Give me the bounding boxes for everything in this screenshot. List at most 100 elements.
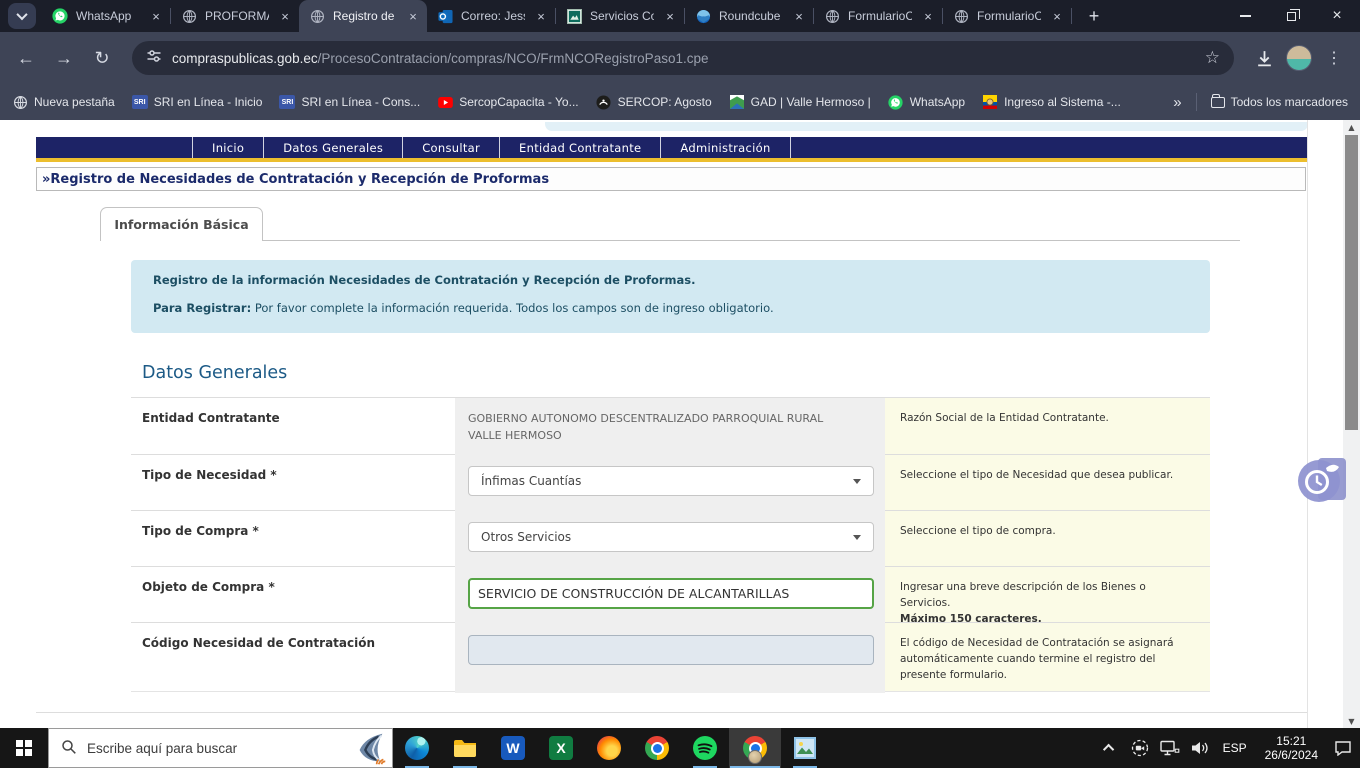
bookmark-label: Ingreso al Sistema -... [1004,95,1121,109]
gad-icon [729,94,745,110]
taskbar-word[interactable]: W [489,728,537,768]
bookmark-sercop-agosto[interactable]: SERCOP: Agosto [596,94,712,110]
close-icon[interactable]: × [533,8,549,24]
scrollbar-thumb[interactable] [1345,135,1358,430]
menu-item-inicio[interactable]: Inicio [193,137,264,158]
file-explorer-icon [453,738,477,758]
close-icon[interactable]: × [920,8,936,24]
info-line-2-text: Por favor complete la información requer… [251,301,773,315]
tab-panel-border [100,240,1240,241]
close-button[interactable]: × [1314,0,1360,32]
taskbar-spotify[interactable] [681,728,729,768]
tab-proforma[interactable]: PROFORMA × [171,0,299,32]
menu-item-entidad-contratante[interactable]: Entidad Contratante [500,137,661,158]
close-icon[interactable]: × [1049,8,1065,24]
tab-formulario-2[interactable]: FormularioC × [943,0,1071,32]
new-tab-button[interactable]: + [1080,2,1108,30]
bookmark-label: SercopCapacita - Yo... [459,95,578,109]
close-icon[interactable]: × [662,8,678,24]
form-row-objeto-compra: Objeto de Compra * Ingresar una breve de… [131,566,1210,622]
tipo-necesidad-select[interactable]: Ínfimas Cuantías [468,466,874,496]
scroll-up-arrow[interactable]: ▲ [1343,120,1360,134]
taskbar-firefox[interactable] [585,728,633,768]
action-center-icon [1334,740,1352,756]
tab-correo[interactable]: Correo: Jessi × [427,0,555,32]
reload-button[interactable]: ↻ [86,42,118,74]
menu-item-consultar[interactable]: Consultar [403,137,500,158]
tab-registro-active[interactable]: Registro de N × [299,0,427,32]
forward-button[interactable]: → [48,42,80,74]
minimize-button[interactable] [1222,0,1268,32]
bookmark-label: SERCOP: Agosto [618,95,712,109]
taskbar-photos[interactable] [781,728,829,768]
back-button[interactable]: ← [10,42,42,74]
scroll-down-arrow[interactable]: ▼ [1343,714,1360,728]
taskbar-edge[interactable] [393,728,441,768]
windows-taskbar: Escribe aquí para buscar W X ESP 15:21 2… [0,728,1360,768]
bookmark-gad-valle-hermoso[interactable]: GAD | Valle Hermoso | [729,94,871,110]
firefox-icon [597,736,621,760]
taskbar-chrome-profile-active[interactable] [729,728,781,768]
menu-item-administracion[interactable]: Administración [661,137,790,158]
menu-item-datos-generales[interactable]: Datos Generales [264,137,403,158]
action-center-button[interactable] [1332,735,1354,761]
language-indicator[interactable]: ESP [1219,741,1251,755]
tab-servicios[interactable]: Servicios Co × [556,0,684,32]
hidden-icons-button[interactable] [1099,735,1121,761]
taskbar-search-box[interactable]: Escribe aquí para buscar [48,728,393,768]
sri-icon: SRI [132,95,148,109]
address-bar[interactable]: compraspublicas.gob.ec/ProcesoContrataci… [132,41,1234,75]
info-line-1: Registro de la información Necesidades d… [153,273,1210,288]
network-button[interactable] [1159,735,1181,761]
taskbar-clock[interactable]: 15:21 26/6/2024 [1259,734,1324,762]
close-icon[interactable]: × [791,8,807,24]
tab-label: Roundcube [719,9,783,23]
field-label: Tipo de Necesidad * [131,455,455,510]
objeto-compra-input[interactable] [468,578,874,609]
field-label: Tipo de Compra * [131,511,455,566]
profile-avatar[interactable] [1286,45,1312,71]
ecuador-icon [982,94,998,110]
tab-search-button[interactable] [8,3,36,29]
menu-kebab-button[interactable]: ⋮ [1318,42,1350,74]
start-button[interactable] [0,728,48,768]
tipo-compra-select[interactable]: Otros Servicios [468,522,874,552]
site-settings-icon[interactable] [146,48,162,69]
bookmarks-overflow-button[interactable]: » [1173,94,1181,111]
taskbar-chrome[interactable] [633,728,681,768]
bookmark-sri-inicio[interactable]: SRI SRI en Línea - Inicio [132,95,263,109]
bookmark-nueva-pestana[interactable]: Nueva pestaña [12,94,115,110]
tab-formulario-1[interactable]: FormularioC × [814,0,942,32]
bookmark-sri-consultas[interactable]: SRI SRI en Línea - Cons... [279,95,420,109]
clock-time: 15:21 [1265,734,1318,748]
taskbar-excel[interactable]: X [537,728,585,768]
sri-icon: SRI [279,95,295,109]
meet-now-button[interactable] [1129,735,1151,761]
all-bookmarks-button[interactable]: Todos los marcadores [1211,95,1348,109]
bookmark-star-icon[interactable]: ☆ [1205,48,1220,68]
section-title: Datos Generales [142,363,287,383]
tab-roundcube[interactable]: Roundcube × [685,0,813,32]
close-icon[interactable]: × [405,8,421,24]
outlook-icon [437,8,453,24]
chevron-down-icon [853,479,861,484]
field-control: Ínfimas Cuantías [455,455,885,511]
web-page: Inicio Datos Generales Consultar Entidad… [0,120,1360,728]
bookmark-sercopcapacita[interactable]: SercopCapacita - Yo... [437,94,578,110]
browser-toolbar: ← → ↻ compraspublicas.gob.ec/ProcesoCont… [0,32,1360,84]
close-icon[interactable]: × [277,8,293,24]
bookmark-ingreso-sistema[interactable]: Ingreso al Sistema -... [982,94,1121,110]
taskbar-file-explorer[interactable] [441,728,489,768]
tab-whatsapp[interactable]: WhatsApp × [42,0,170,32]
volume-button[interactable] [1189,735,1211,761]
page-scrollbar[interactable]: ▲ ▼ [1343,120,1360,728]
time-tracker-widget[interactable] [1296,456,1346,504]
tab-informacion-basica[interactable]: Información Básica [100,207,263,241]
browser-tab-strip: WhatsApp × PROFORMA × Registro de N × Co… [0,0,1360,32]
restore-button[interactable] [1268,0,1314,32]
whatsapp-icon [888,94,904,110]
close-icon[interactable]: × [148,8,164,24]
search-highlight-fish-image[interactable] [352,731,390,767]
bookmark-whatsapp[interactable]: WhatsApp [888,94,965,110]
downloads-button[interactable] [1248,42,1280,74]
